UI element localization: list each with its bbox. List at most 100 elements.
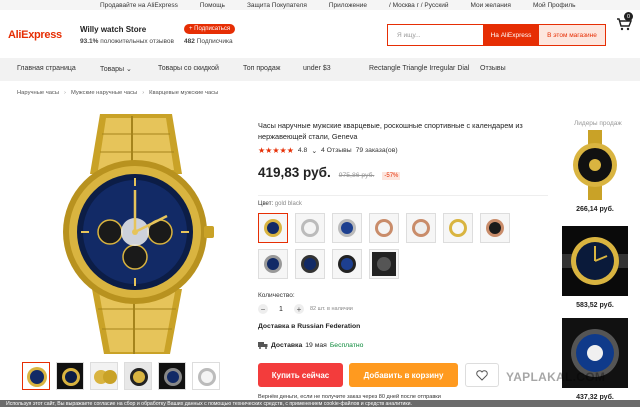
nav-products-label: Товары: [100, 66, 125, 73]
color-swatch[interactable]: [369, 213, 399, 243]
quantity-stepper: − 1 + 82 шт. в наличии: [258, 304, 353, 314]
bestseller-image: [562, 130, 628, 200]
nav-top-sales[interactable]: Топ продаж: [243, 65, 280, 72]
breadcrumb: Наручные часы › Мужские наручные часы › …: [17, 90, 218, 96]
buy-now-button[interactable]: Купить сейчас: [258, 363, 343, 387]
cookie-banner: Используя этот сайт, Вы выражаете соглас…: [0, 400, 640, 407]
topbar-protection-link[interactable]: Защита Покупателя: [247, 2, 307, 9]
store-name[interactable]: Willy watch Store: [80, 25, 146, 34]
thumbnail-image[interactable]: [90, 362, 118, 390]
color-swatch[interactable]: [332, 213, 362, 243]
aliexpress-logo[interactable]: AliExpress: [8, 29, 62, 41]
ship-to-country: Russian Federation: [297, 323, 361, 330]
old-price: 975,86 руб.: [338, 172, 375, 179]
nav-home[interactable]: Главная страница: [17, 65, 76, 72]
search-store-button[interactable]: В этом магазине: [539, 25, 605, 45]
delivery-price: Бесплатно: [329, 341, 364, 349]
thumbnail-strip: [22, 362, 220, 390]
bestsellers-title: Лидеры продаж: [574, 120, 622, 127]
stock-count: 82 шт. в наличии: [310, 306, 353, 312]
store-positive-feedback: 93.1% положительных отзывов: [80, 38, 174, 45]
wishlist-heart-icon[interactable]: [465, 363, 499, 387]
price-row: 419,83 руб. 975,86 руб. -57%: [258, 165, 401, 180]
positive-text: положительных отзывов: [100, 38, 174, 45]
quantity-plus-button[interactable]: +: [294, 304, 304, 314]
thumbnail-image[interactable]: [192, 362, 220, 390]
thumbnail-image[interactable]: [56, 362, 84, 390]
top-utility-bar: Продавайте на AliExpress Помощь Защита П…: [0, 0, 640, 10]
ship-to-prefix: Доставка в: [258, 323, 296, 330]
color-label: Цвет: gold black: [258, 201, 302, 207]
truck-icon: [258, 342, 268, 349]
product-title: Часы наручные мужские кварцевые, роскошн…: [258, 121, 523, 141]
topbar-app-link[interactable]: Приложение: [329, 2, 367, 9]
color-label-prefix: Цвет:: [258, 201, 274, 207]
current-price: 419,83 руб.: [258, 165, 331, 180]
color-swatch[interactable]: [258, 249, 288, 279]
store-nav: Главная страница Товары ⌄ Товары со скид…: [0, 58, 640, 81]
color-swatches: [258, 213, 523, 279]
bestseller-card[interactable]: 583,52 руб.: [562, 226, 628, 309]
color-swatch[interactable]: [295, 249, 325, 279]
breadcrumb-separator-icon: ›: [142, 90, 145, 96]
ship-to[interactable]: Доставка в Russian Federation: [258, 323, 360, 330]
topbar-region-selector[interactable]: / Москва г / Русский: [389, 2, 449, 9]
search-bar: Я ищу... На AliExpress В этом магазине: [387, 24, 606, 46]
color-swatch[interactable]: [369, 249, 399, 279]
search-input[interactable]: Я ищу...: [388, 25, 483, 45]
delivery-date: 19 мая: [305, 341, 327, 349]
rating-value: 4.8: [297, 147, 308, 154]
delivery-label: Доставка: [271, 341, 303, 349]
discount-badge: -57%: [382, 172, 401, 180]
bestseller-image: [562, 226, 628, 296]
bestseller-card[interactable]: 437,32 руб.: [562, 318, 628, 401]
bestseller-card[interactable]: 266,14 руб.: [562, 130, 628, 213]
thumbnail-image[interactable]: [124, 362, 152, 390]
add-to-cart-button[interactable]: Добавить в корзину: [349, 363, 458, 387]
search-aliexpress-button[interactable]: На AliExpress: [483, 25, 539, 45]
nav-rectangle-dial[interactable]: Rectangle Triangle Irregular Dial: [369, 65, 469, 72]
quantity-minus-button[interactable]: −: [258, 304, 268, 314]
topbar-profile-link[interactable]: Мой Профиль: [533, 2, 576, 9]
delivery-info: Доставка 19 мая Бесплатно: [258, 341, 363, 349]
rating-row: ★★★★★ 4.8 ⌄ 4 Отзывы 79 заказа(ов): [258, 146, 398, 155]
orders-count: 79 заказа(ов): [355, 147, 398, 154]
reviews-link[interactable]: 4 Отзывы: [321, 147, 352, 154]
star-rating-icon: ★★★★★: [258, 146, 294, 155]
topbar-help-link[interactable]: Помощь: [200, 2, 225, 9]
color-swatch[interactable]: [443, 213, 473, 243]
topbar-sell-link[interactable]: Продавайте на AliExpress: [100, 2, 178, 9]
color-swatch[interactable]: [258, 213, 288, 243]
store-header: AliExpress Willy watch Store 93.1% полож…: [0, 11, 640, 57]
chevron-down-icon: ⌄: [126, 66, 132, 73]
color-swatch[interactable]: [295, 213, 325, 243]
nav-discounts[interactable]: Товары со скидкой: [158, 65, 219, 72]
subscribers-count: 482 Подписчика: [184, 38, 233, 45]
cart-count-badge: 0: [624, 12, 633, 21]
subscribe-button[interactable]: + Подписаться: [184, 24, 236, 34]
color-value: gold black: [274, 201, 302, 207]
nav-under-3[interactable]: under $3: [303, 65, 331, 72]
color-swatch[interactable]: [480, 213, 510, 243]
positive-percent: 93.1%: [80, 38, 99, 45]
subscribers-number: 482: [184, 38, 195, 45]
quantity-label: Количество:: [258, 292, 295, 299]
nav-products[interactable]: Товары ⌄: [100, 65, 132, 73]
nav-reviews[interactable]: Отзывы: [480, 65, 506, 72]
breadcrumb-item[interactable]: Наручные часы: [17, 90, 59, 96]
color-swatch[interactable]: [406, 213, 436, 243]
bestseller-price: 583,52 руб.: [576, 302, 614, 309]
thumbnail-image[interactable]: [22, 362, 50, 390]
color-swatch[interactable]: [332, 249, 362, 279]
breadcrumb-item[interactable]: Мужские наручные часы: [71, 90, 137, 96]
subscribers-text: Подписчика: [196, 38, 233, 45]
topbar-wishlist-link[interactable]: Мои желания: [471, 2, 511, 9]
thumbnail-image[interactable]: [158, 362, 186, 390]
divider: [258, 195, 548, 196]
breadcrumb-separator-icon: ›: [64, 90, 66, 96]
site-watermark: YAPLAKAL.COM: [506, 370, 606, 384]
breadcrumb-item[interactable]: Кварцевые мужские часы: [149, 90, 218, 96]
chevron-down-icon[interactable]: ⌄: [311, 147, 317, 155]
product-main-image[interactable]: [22, 104, 244, 356]
quantity-value[interactable]: 1: [274, 306, 288, 313]
